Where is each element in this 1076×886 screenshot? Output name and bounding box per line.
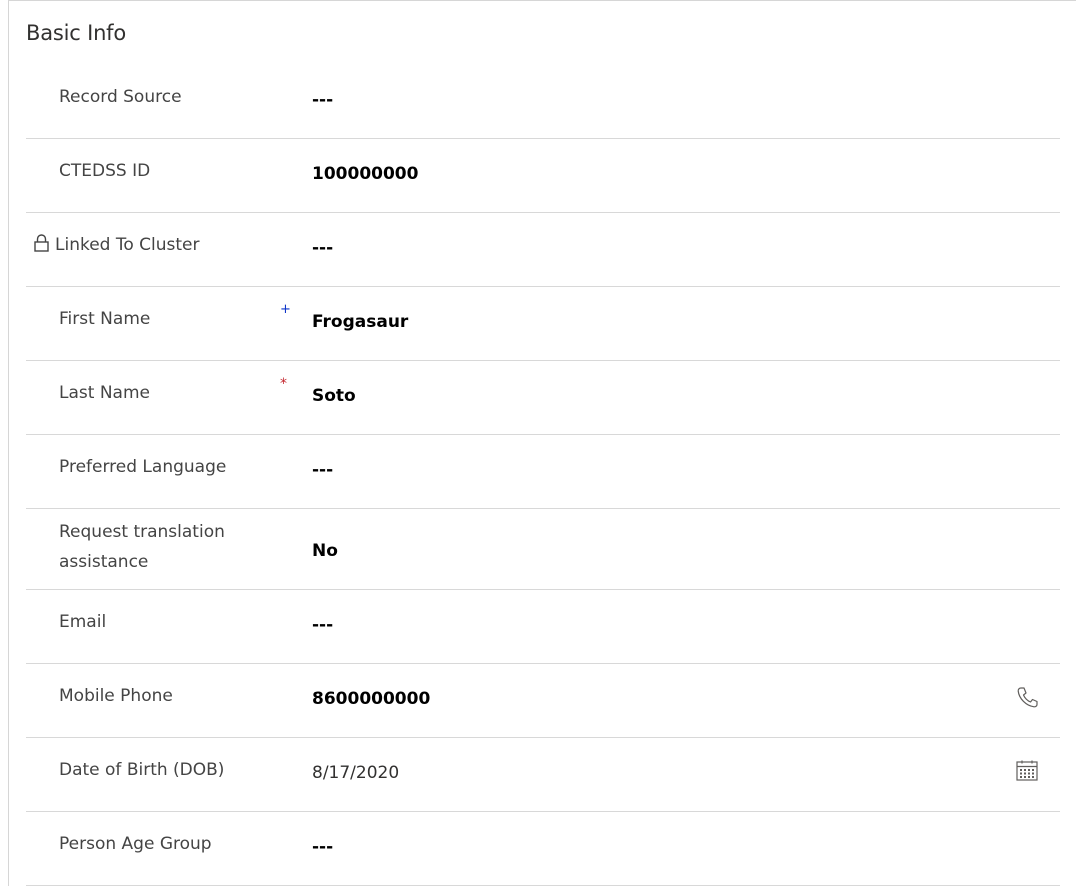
field-label-first-name: First Name (59, 309, 151, 329)
field-row-linked-to-cluster: Linked To Cluster --- (26, 213, 1060, 287)
phone-icon[interactable] (1014, 684, 1040, 710)
field-value-ctedss-id[interactable]: 100000000 (312, 159, 418, 189)
field-label-preferred-language: Preferred Language (59, 457, 227, 477)
field-label-ctedss-id: CTEDSS ID (59, 161, 151, 181)
section-title: Basic Info (26, 21, 127, 45)
field-label-date-of-birth: Date of Birth (DOB) (59, 760, 225, 780)
field-label-person-age-group: Person Age Group (59, 834, 212, 854)
field-row-record-source: Record Source --- (26, 65, 1060, 139)
field-row-ctedss-id: CTEDSS ID 100000000 (26, 139, 1060, 213)
field-value-person-age-group[interactable]: --- (312, 832, 333, 862)
required-marker: * (280, 376, 287, 392)
field-value-mobile-phone[interactable]: 8600000000 (312, 684, 430, 714)
field-value-last-name[interactable]: Soto (312, 381, 356, 411)
field-label-request-translation: Request translation assistance (59, 522, 225, 572)
field-row-first-name: First Name + Frogasaur (26, 287, 1060, 361)
field-row-last-name: Last Name * Soto (26, 361, 1060, 435)
field-label-email: Email (59, 612, 107, 632)
field-label-mobile-phone: Mobile Phone (59, 686, 173, 706)
field-row-person-age-group: Person Age Group --- (26, 812, 1060, 886)
field-value-email[interactable]: --- (312, 610, 333, 640)
recommended-marker: + (280, 302, 291, 317)
field-label-linked-to-cluster: Linked To Cluster (55, 235, 200, 255)
lock-icon (34, 234, 49, 252)
field-label-last-name: Last Name (59, 383, 150, 403)
field-value-request-translation[interactable]: No (312, 536, 338, 566)
field-value-date-of-birth[interactable]: 8/17/2020 (312, 758, 399, 788)
field-value-linked-to-cluster: --- (312, 238, 334, 258)
field-list: Record Source --- CTEDSS ID 100000000 Li… (26, 65, 1060, 886)
field-value-first-name[interactable]: Frogasaur (312, 307, 408, 337)
field-row-mobile-phone: Mobile Phone 8600000000 (26, 664, 1060, 738)
calendar-icon[interactable] (1014, 758, 1040, 784)
field-value-record-source[interactable]: --- (312, 85, 333, 115)
field-label-record-source: Record Source (59, 87, 182, 107)
field-row-preferred-language: Preferred Language --- (26, 435, 1060, 509)
field-row-email: Email --- (26, 590, 1060, 664)
basic-info-section: Basic Info Record Source --- CTEDSS ID 1… (8, 0, 1076, 886)
field-row-date-of-birth: Date of Birth (DOB) 8/17/2020 (26, 738, 1060, 812)
field-row-request-translation: Request translation assistance No (26, 509, 1060, 590)
field-value-preferred-language[interactable]: --- (312, 455, 333, 485)
